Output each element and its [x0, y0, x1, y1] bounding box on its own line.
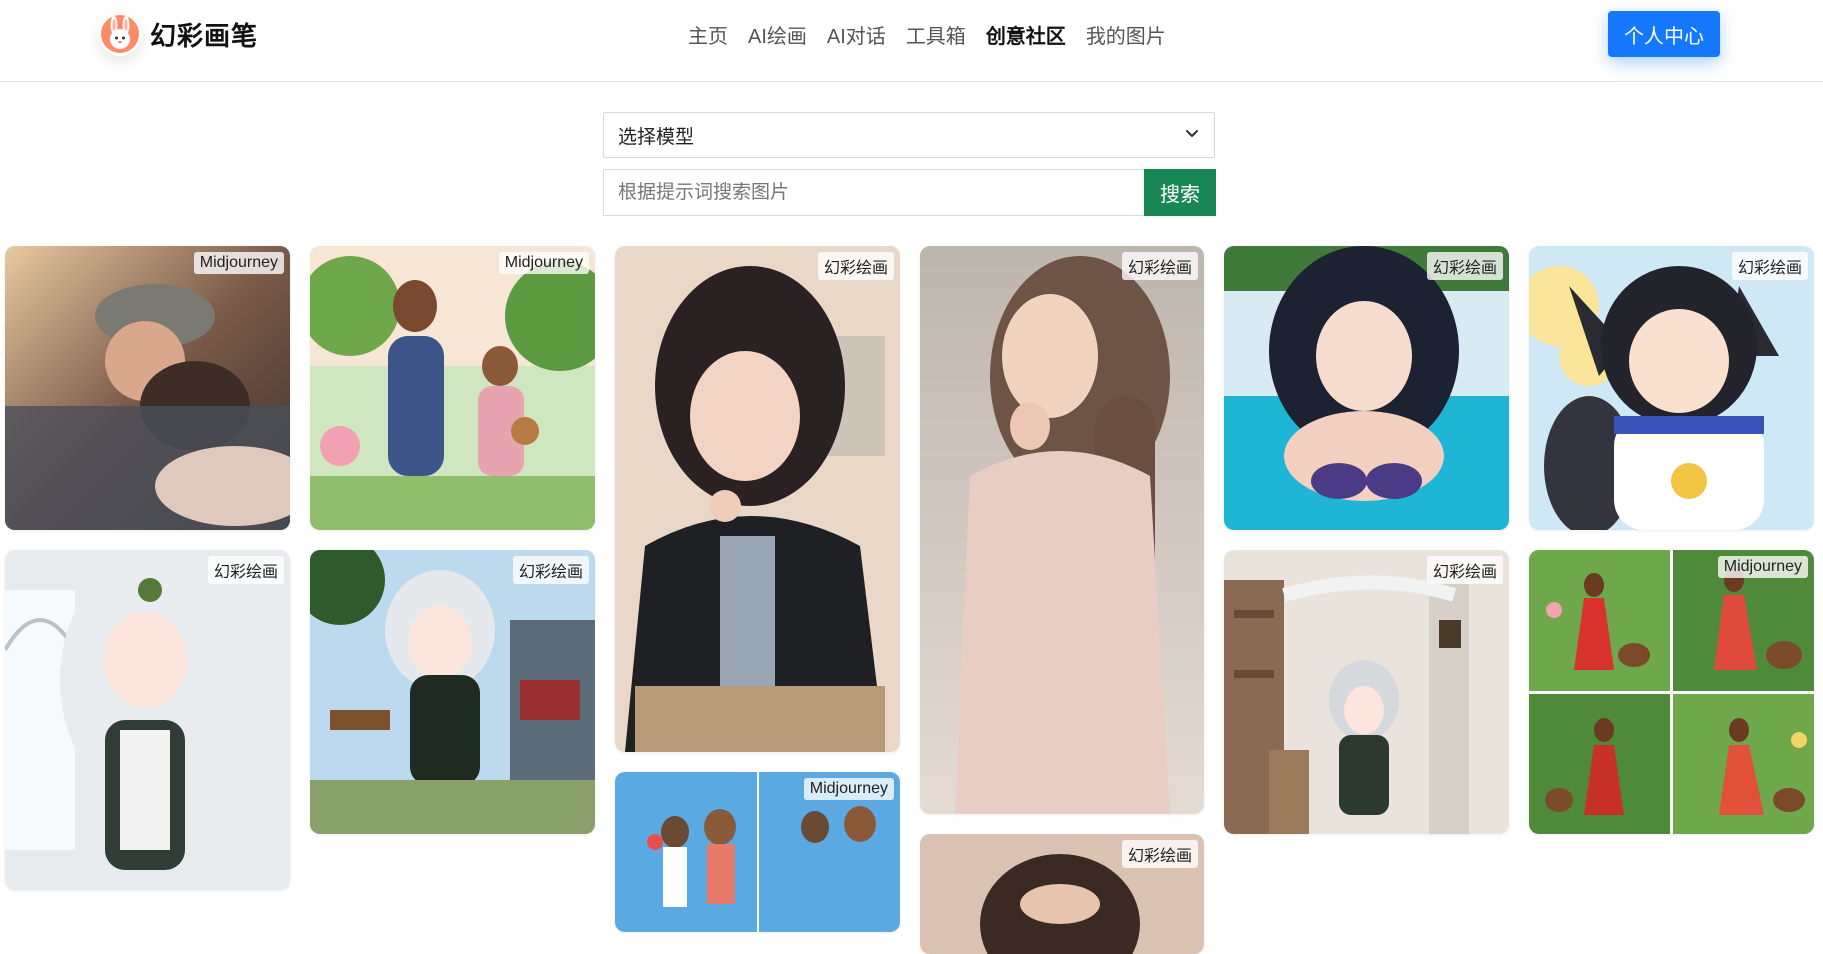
gallery-card[interactable]: Midjourney	[5, 246, 290, 530]
brand-name: 幻彩画笔	[150, 20, 259, 51]
gallery-image	[1224, 246, 1509, 530]
model-tag: Midjourney	[803, 778, 894, 800]
search-button[interactable]: 搜索	[1144, 169, 1216, 216]
gallery-card[interactable]: 幻彩绘画	[310, 550, 595, 834]
gallery-image	[310, 246, 595, 530]
gallery-image	[920, 246, 1204, 814]
gallery-image	[615, 246, 900, 752]
gallery-image	[5, 550, 290, 890]
gallery-image	[1224, 550, 1509, 834]
gallery-card[interactable]: 幻彩绘画	[1529, 246, 1814, 530]
gallery-image	[1529, 246, 1814, 530]
nav-creative-community[interactable]: 创意社区	[986, 20, 1066, 49]
prompt-search-bar: 搜索	[603, 169, 1216, 216]
model-tag: 幻彩绘画	[1121, 840, 1198, 868]
brand[interactable]: 幻彩画笔	[98, 10, 258, 58]
top-navbar: 幻彩画笔 主页 AI绘画 AI对话 工具箱 创意社区 我的图片 个人中心	[0, 0, 1823, 82]
prompt-search-input[interactable]	[603, 169, 1144, 216]
gallery-card[interactable]: Midjourney	[615, 772, 900, 932]
model-tag: Midjourney	[1717, 556, 1808, 578]
gallery-image	[1529, 550, 1814, 834]
gallery-card[interactable]: 幻彩绘画	[615, 246, 900, 752]
nav-ai-chat[interactable]: AI对话	[827, 20, 886, 49]
model-tag: 幻彩绘画	[1121, 252, 1198, 280]
gallery-card[interactable]: Midjourney	[310, 246, 595, 530]
model-tag: 幻彩绘画	[207, 556, 284, 584]
gallery-card[interactable]: Midjourney	[1529, 550, 1814, 834]
gallery-image	[310, 550, 595, 834]
chevron-down-icon	[1184, 125, 1200, 146]
model-tag: 幻彩绘画	[512, 556, 589, 584]
gallery-card[interactable]: 幻彩绘画	[920, 834, 1204, 954]
model-tag: 幻彩绘画	[1426, 252, 1503, 280]
model-tag: Midjourney	[193, 252, 284, 274]
profile-center-button[interactable]: 个人中心	[1608, 11, 1720, 57]
model-select[interactable]: 选择模型	[603, 112, 1215, 158]
model-tag: 幻彩绘画	[1426, 556, 1503, 584]
nav-my-images[interactable]: 我的图片	[1086, 20, 1166, 49]
model-select-value: 选择模型	[618, 126, 695, 148]
model-tag: 幻彩绘画	[1731, 252, 1808, 280]
gallery-card[interactable]: 幻彩绘画	[1224, 550, 1509, 834]
nav-ai-drawing[interactable]: AI绘画	[748, 20, 807, 49]
gallery-image	[5, 246, 290, 530]
model-tag: Midjourney	[498, 252, 589, 274]
nav-toolbox[interactable]: 工具箱	[906, 20, 966, 49]
nav-home[interactable]: 主页	[688, 20, 728, 49]
gallery-card[interactable]: 幻彩绘画	[5, 550, 290, 890]
rabbit-logo-icon	[98, 12, 142, 56]
gallery-card[interactable]: 幻彩绘画	[1224, 246, 1509, 530]
model-tag: 幻彩绘画	[817, 252, 894, 280]
main-nav: 主页 AI绘画 AI对话 工具箱 创意社区 我的图片	[688, 17, 1186, 51]
gallery-card[interactable]: 幻彩绘画	[920, 246, 1204, 814]
